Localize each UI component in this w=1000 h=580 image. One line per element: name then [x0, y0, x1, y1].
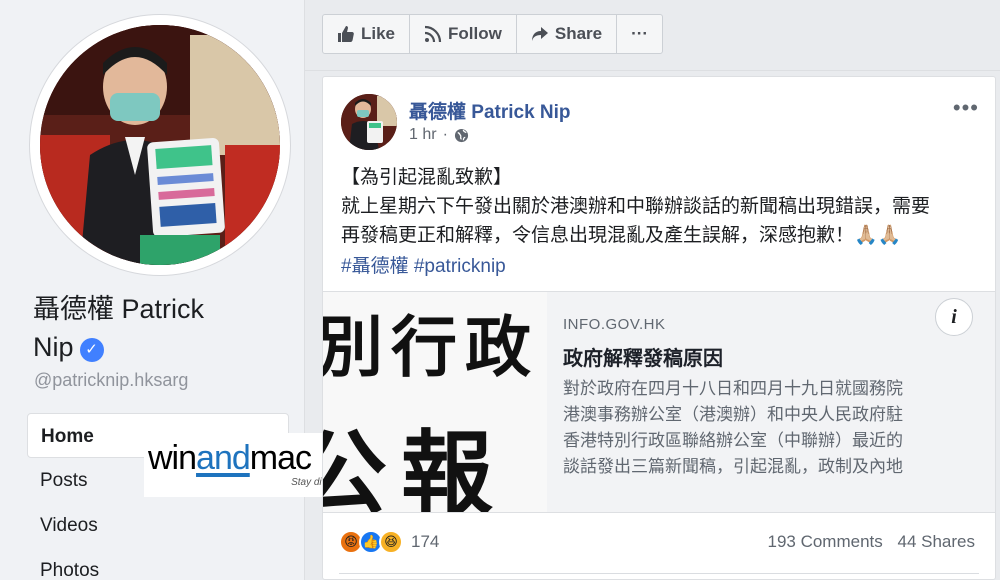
post-timestamp[interactable]: 1 hr	[409, 126, 437, 144]
post-card: 聶德權 Patrick Nip 1 hr · ••• 【為引起混亂致歉】 就上星…	[322, 76, 996, 580]
share-label: Share	[554, 24, 603, 43]
header-divider	[305, 70, 1000, 71]
rss-icon	[424, 25, 442, 43]
profile-name-line2: Nip	[33, 332, 74, 362]
link-preview-body[interactable]: INFO.GOV.HK 政府解釋發稿原因 對於政府在四月十八日和四月十九日就國務…	[563, 292, 983, 512]
profile-handle[interactable]: @patricknip.hksarg	[34, 370, 188, 391]
haha-reaction-icon: 😆	[379, 530, 403, 554]
preview-image-text: 公報	[323, 421, 508, 513]
post-avatar-illustration	[341, 94, 397, 150]
watermark-logo-text: winandmac	[148, 439, 312, 478]
share-arrow-icon	[531, 27, 548, 41]
reaction-summary[interactable]: 😡 👍 😆 174	[339, 530, 439, 554]
link-description: 對於政府在四月十八日和四月十九日就國務院 港澳事務辦公室（港澳辦）和中央人民政府…	[563, 376, 973, 480]
comments-count-link[interactable]: 193 Comments	[767, 532, 882, 551]
link-description-line: 談話發出三篇新聞稿，引起混亂，政制及內地	[563, 457, 903, 476]
follow-label: Follow	[448, 24, 502, 43]
watermark-part1: win	[148, 439, 197, 477]
globe-icon[interactable]	[454, 128, 469, 143]
post-text-line: 再發稿更正和解釋，令信息出現混亂及產生誤解，深感抱歉！🙏🏼🙏🏼	[341, 225, 902, 246]
link-title[interactable]: 政府解釋發稿原因	[563, 342, 723, 371]
profile-name-line1: 聶德權 Patrick	[33, 294, 205, 324]
page-action-bar: Like Follow Share ···	[322, 14, 664, 54]
profile-picture[interactable]	[40, 25, 280, 265]
meta-separator: ·	[442, 126, 448, 143]
watermark-part3: mac	[249, 439, 312, 477]
link-domain: INFO.GOV.HK	[563, 316, 666, 333]
link-preview-card[interactable]: 別行政 公報 INFO.GOV.HK 政府解釋發稿原因 對於政府在四月十八日和四…	[323, 291, 995, 513]
watermark-part2: and	[196, 439, 251, 477]
more-options-button[interactable]: ···	[617, 15, 662, 53]
thumbs-up-icon	[338, 26, 354, 42]
post-options-icon[interactable]: •••	[953, 95, 979, 121]
preview-image-text: 別行政	[323, 309, 539, 386]
link-description-line: 港澳事務辦公室（港澳辦）和中央人民政府駐	[563, 405, 903, 424]
nav-item-videos[interactable]: Videos	[27, 503, 289, 548]
profile-photo-illustration	[40, 25, 280, 265]
link-preview-image[interactable]: 別行政 公報	[323, 292, 547, 513]
post-hashtags: #聶德權 #patricknip	[341, 251, 506, 278]
link-description-line: 對於政府在四月十八日和四月十九日就國務院	[563, 379, 903, 398]
post-body: 【為引起混亂致歉】 就上星期六下午發出關於港澳辦和中聯辦談話的新聞稿出現錯誤，需…	[341, 163, 981, 250]
info-icon[interactable]: i	[935, 298, 973, 336]
link-description-line: 香港特別行政區聯絡辦公室（中聯辦）最近的	[563, 431, 903, 450]
hashtag-link[interactable]: #聶德權	[341, 256, 409, 277]
post-text-line: 就上星期六下午發出關於港澳辦和中聯辦談話的新聞稿出現錯誤，需要	[341, 196, 931, 217]
follow-page-button[interactable]: Follow	[410, 15, 517, 53]
hashtag-link[interactable]: #patricknip	[414, 256, 506, 277]
nav-item-photos[interactable]: Photos	[27, 548, 289, 580]
post-text-line: 【為引起混亂致歉】	[341, 167, 513, 188]
like-label: Like	[361, 24, 396, 43]
footer-divider	[339, 573, 979, 574]
post-author-avatar[interactable]	[341, 94, 397, 150]
like-page-button[interactable]: Like	[323, 15, 411, 53]
profile-name[interactable]: 聶德權 Patrick Nip ✓	[33, 290, 293, 366]
share-page-button[interactable]: Share	[517, 15, 618, 53]
reaction-count: 174	[411, 532, 440, 551]
shares-count-link[interactable]: 44 Shares	[898, 532, 976, 551]
verified-check-icon: ✓	[79, 338, 104, 362]
post-stats: 193 Comments 44 Shares	[767, 532, 975, 552]
more-dots-icon: ···	[631, 24, 649, 43]
post-author-name[interactable]: 聶德權 Patrick Nip	[409, 97, 571, 124]
post-meta: 1 hr ·	[409, 126, 469, 144]
